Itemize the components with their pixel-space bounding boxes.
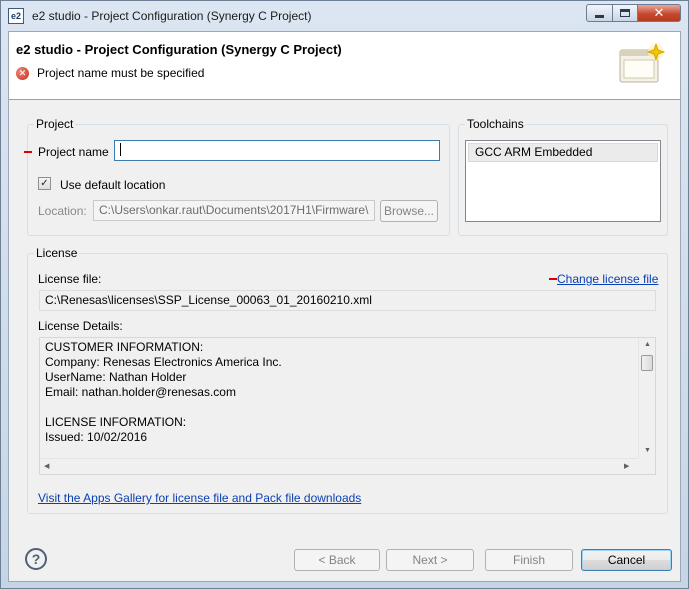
wizard-banner-icon: [619, 42, 666, 83]
required-field-marker: [549, 278, 557, 280]
scroll-up-arrow-icon[interactable]: ▲: [644, 341, 651, 348]
vertical-scrollbar-thumb[interactable]: [641, 355, 653, 371]
toolchains-group-label: Toolchains: [465, 117, 526, 131]
toolchain-list[interactable]: GCC ARM Embedded: [465, 140, 661, 222]
use-default-location-checkbox[interactable]: ✓: [38, 177, 51, 190]
project-name-input[interactable]: [114, 140, 440, 161]
dialog-window: e2 e2 studio - Project Configuration (Sy…: [0, 0, 689, 589]
close-button[interactable]: ✕: [638, 4, 681, 22]
required-field-marker: [24, 151, 32, 153]
help-icon[interactable]: ?: [25, 548, 47, 570]
cancel-button[interactable]: Cancel: [581, 549, 672, 571]
wizard-header: e2 studio - Project Configuration (Syner…: [9, 32, 680, 100]
error-message-text: Project name must be specified: [37, 66, 205, 80]
back-button[interactable]: < Back: [294, 549, 380, 571]
license-details-text: CUSTOMER INFORMATION: Company: Renesas E…: [45, 340, 282, 444]
scroll-left-arrow-icon[interactable]: ◀: [44, 462, 49, 470]
license-details-box[interactable]: CUSTOMER INFORMATION: Company: Renesas E…: [39, 337, 656, 475]
vertical-scrollbar[interactable]: ▲ ▼: [638, 338, 655, 459]
scroll-right-arrow-icon[interactable]: ▶: [624, 462, 629, 470]
location-label: Location:: [38, 204, 87, 218]
license-file-field[interactable]: C:\Renesas\licenses\SSP_License_00063_01…: [39, 290, 656, 311]
horizontal-scrollbar[interactable]: ◀ ▶: [40, 458, 639, 474]
window-controls: ✕: [586, 4, 681, 22]
scroll-down-arrow-icon[interactable]: ▼: [644, 447, 651, 454]
e2-studio-app-icon[interactable]: e2: [8, 8, 24, 24]
minimize-button[interactable]: [586, 4, 613, 22]
use-default-location-label[interactable]: Use default location: [60, 178, 165, 192]
browse-button[interactable]: Browse...: [380, 200, 438, 222]
finish-button[interactable]: Finish: [485, 549, 573, 571]
window-title: e2 studio - Project Configuration (Syner…: [32, 9, 312, 23]
dialog-client-area: e2 studio - Project Configuration (Syner…: [8, 31, 681, 582]
page-title: e2 studio - Project Configuration (Syner…: [16, 42, 342, 57]
minimize-icon: [595, 15, 604, 18]
error-message: ✕ Project name must be specified: [16, 66, 204, 80]
error-circle-icon: ✕: [16, 66, 29, 80]
next-button[interactable]: Next >: [386, 549, 474, 571]
apps-gallery-link[interactable]: Visit the Apps Gallery for license file …: [38, 491, 361, 505]
change-license-file-link[interactable]: Change license file: [557, 272, 658, 286]
project-group-label: Project: [34, 117, 76, 131]
maximize-icon: [620, 9, 630, 17]
project-name-label: Project name: [38, 145, 109, 159]
license-details-label: License Details:: [38, 319, 123, 333]
text-caret: [120, 143, 121, 157]
location-input[interactable]: C:\Users\onkar.raut\Documents\2017H1\Fir…: [93, 200, 375, 221]
license-group-label: License: [34, 246, 80, 260]
title-bar[interactable]: e2 e2 studio - Project Configuration (Sy…: [1, 1, 688, 31]
maximize-button[interactable]: [613, 4, 638, 22]
close-icon: ✕: [653, 5, 665, 20]
toolchain-item[interactable]: GCC ARM Embedded: [468, 143, 658, 162]
license-file-label: License file:: [38, 272, 102, 286]
